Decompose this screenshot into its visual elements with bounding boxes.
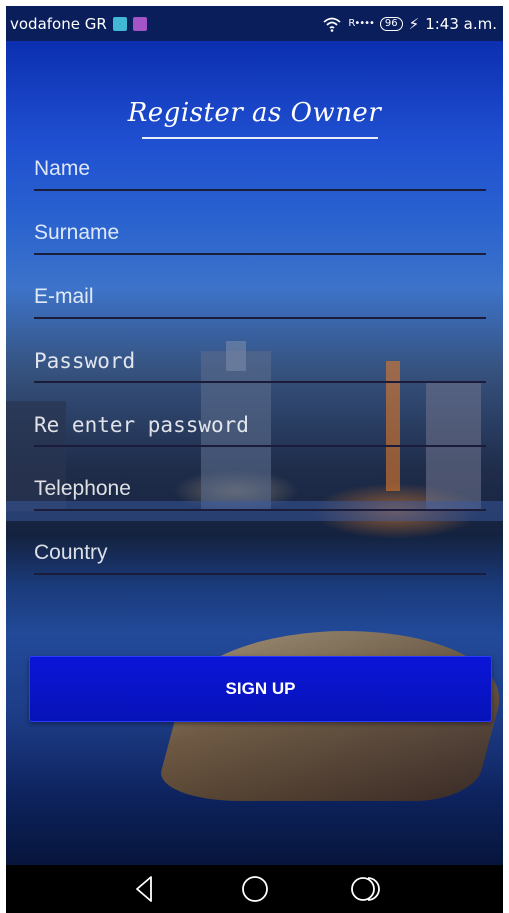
android-nav-bar xyxy=(6,865,503,913)
country-field[interactable] xyxy=(34,535,486,571)
surname-field[interactable] xyxy=(34,215,486,251)
status-right: R•••• 96 ⚡ 1:43 a.m. xyxy=(322,15,497,33)
home-button[interactable] xyxy=(235,869,275,909)
confirm-password-field-underline xyxy=(34,445,486,447)
signal-strength: R•••• xyxy=(348,18,375,29)
home-circle-icon xyxy=(241,876,268,902)
country-field-container xyxy=(34,535,486,575)
confirm-password-field[interactable] xyxy=(34,407,486,443)
gallery-notification-icon xyxy=(132,16,147,31)
surname-field-underline xyxy=(34,253,486,255)
sign-up-button[interactable]: SIGN UP xyxy=(29,656,492,722)
app-frame: vodafone GR R•••• 96 ⚡ 1:43 a.m. Registe… xyxy=(6,6,503,913)
carrier-label: vodafone GR xyxy=(10,14,107,33)
status-bar: vodafone GR R•••• 96 ⚡ 1:43 a.m. xyxy=(6,6,503,41)
wifi-icon xyxy=(323,17,341,32)
password-field[interactable] xyxy=(34,343,486,379)
status-left: vodafone GR xyxy=(10,15,147,33)
email-field-container xyxy=(34,279,486,319)
back-triangle-icon xyxy=(135,876,152,902)
name-field[interactable] xyxy=(34,151,486,187)
notification-app-icon xyxy=(112,16,127,31)
telephone-field-underline xyxy=(34,509,486,511)
charging-icon: ⚡ xyxy=(408,14,420,33)
surname-field-container xyxy=(34,215,486,255)
telephone-field-container xyxy=(34,471,486,511)
title-underline xyxy=(142,137,378,139)
name-field-container xyxy=(34,151,486,191)
password-field-container xyxy=(34,343,486,383)
clock: 1:43 a.m. xyxy=(425,14,497,33)
register-screen: Register as Owner SI xyxy=(6,41,503,865)
page-title: Register as Owner xyxy=(127,98,382,128)
email-field-underline xyxy=(34,317,486,319)
password-field-underline xyxy=(34,381,486,383)
back-button[interactable] xyxy=(125,869,165,909)
country-field-underline xyxy=(34,573,486,575)
telephone-field[interactable] xyxy=(34,471,486,507)
confirm-password-field-container xyxy=(34,407,486,447)
recents-icon xyxy=(350,877,380,901)
email-field[interactable] xyxy=(34,279,486,315)
name-field-underline xyxy=(34,189,486,191)
recents-button[interactable] xyxy=(345,869,385,909)
battery-icon: 96 xyxy=(379,16,403,31)
